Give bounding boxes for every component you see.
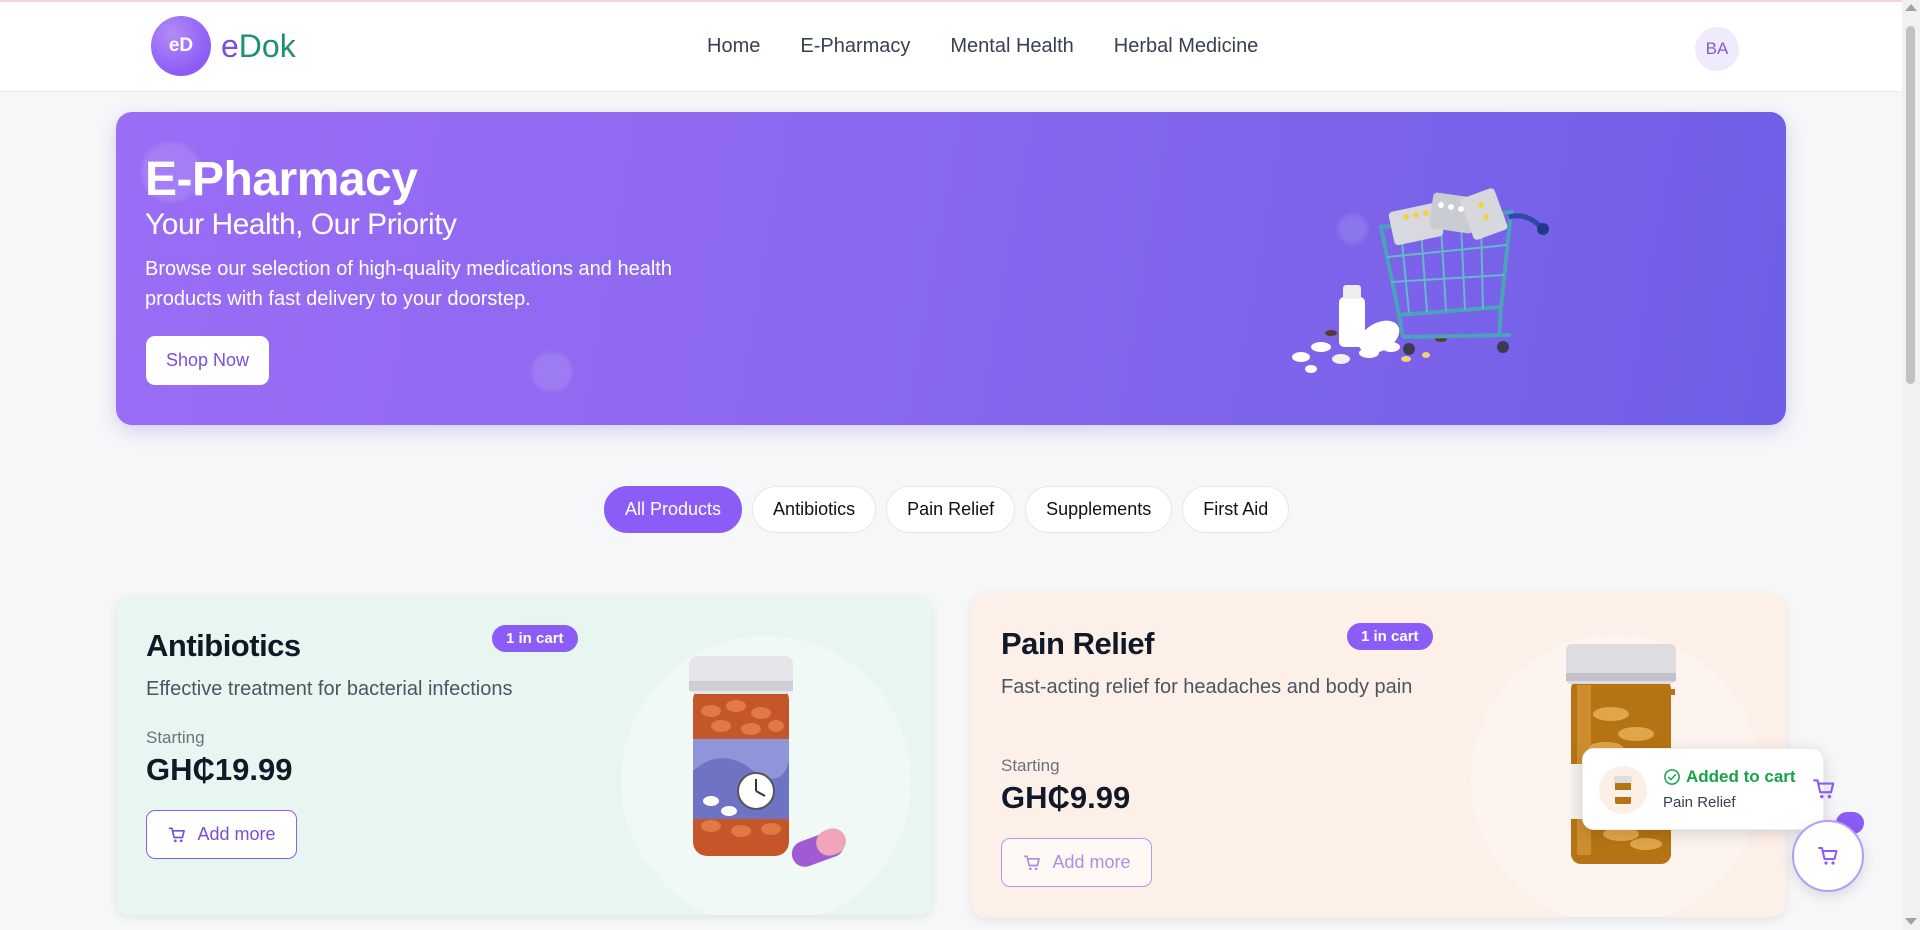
product-description: Fast-acting relief for headaches and bod… bbox=[1001, 676, 1413, 698]
in-cart-badge: 1 in cart bbox=[1347, 623, 1433, 650]
added-to-cart-toast: Added to cart Pain Relief bbox=[1582, 748, 1835, 830]
site-header: eD eDok Home E-Pharmacy Mental Health He… bbox=[0, 2, 1902, 92]
toast-title: Added to cart bbox=[1663, 767, 1796, 787]
product-description: Effective treatment for bacterial infect… bbox=[146, 678, 513, 700]
hero-subtitle: Your Health, Our Priority bbox=[145, 208, 457, 241]
hero-banner: E-Pharmacy Your Health, Our Priority Bro… bbox=[116, 112, 1786, 425]
scroll-up-arrow[interactable] bbox=[1905, 4, 1917, 11]
add-more-button[interactable]: Add more bbox=[1001, 838, 1152, 887]
check-circle-icon bbox=[1664, 769, 1680, 785]
shop-now-button[interactable]: Shop Now bbox=[146, 336, 269, 385]
filter-supplements[interactable]: Supplements bbox=[1025, 486, 1173, 533]
add-more-button[interactable]: Add more bbox=[146, 810, 297, 859]
logo-text: eDok bbox=[221, 27, 296, 64]
product-title: Pain Relief bbox=[1001, 626, 1155, 661]
product-title: Antibiotics bbox=[146, 628, 301, 663]
nav-mental-health[interactable]: Mental Health bbox=[950, 35, 1073, 58]
floating-cart-button[interactable] bbox=[1792, 820, 1864, 892]
pill-bottle-image bbox=[689, 656, 846, 867]
toast-product-thumb bbox=[1599, 766, 1647, 814]
cart-icon bbox=[169, 827, 186, 842]
decor-bubble bbox=[532, 352, 572, 392]
category-filters: All Products Antibiotics Pain Relief Sup… bbox=[604, 486, 1290, 533]
starting-label: Starting bbox=[146, 728, 205, 747]
cart-icon bbox=[1818, 847, 1838, 865]
product-price: GH₵19.99 bbox=[146, 752, 293, 787]
toast-item-name: Pain Relief bbox=[1663, 794, 1736, 811]
pharmacy-cart-illustration bbox=[1292, 188, 1549, 373]
pill-bottle-icon bbox=[1614, 776, 1632, 804]
starting-label: Starting bbox=[1001, 756, 1060, 775]
filter-pain-relief[interactable]: Pain Relief bbox=[886, 486, 1016, 533]
scrollbar-thumb[interactable] bbox=[1906, 26, 1915, 384]
filter-first-aid[interactable]: First Aid bbox=[1182, 486, 1290, 533]
filter-all-products[interactable]: All Products bbox=[604, 486, 743, 533]
in-cart-badge: 1 in cart bbox=[492, 625, 578, 652]
nav-home[interactable]: Home bbox=[707, 35, 760, 58]
product-card-antibiotics[interactable]: Antibiotics 1 in cart Effective treatmen… bbox=[116, 596, 932, 915]
add-more-label: Add more bbox=[1052, 852, 1131, 872]
user-avatar[interactable]: BA bbox=[1695, 27, 1739, 71]
add-more-label: Add more bbox=[197, 824, 276, 844]
nav-herbal-medicine[interactable]: Herbal Medicine bbox=[1114, 35, 1259, 58]
nav-e-pharmacy[interactable]: E-Pharmacy bbox=[800, 35, 910, 58]
cart-icon bbox=[1024, 855, 1041, 870]
cart-icon[interactable] bbox=[1811, 776, 1837, 802]
scroll-down-arrow[interactable] bbox=[1905, 918, 1917, 925]
hero-description: Browse our selection of high-quality med… bbox=[145, 258, 672, 310]
main-nav: Home E-Pharmacy Mental Health Herbal Med… bbox=[707, 35, 1258, 58]
filter-antibiotics[interactable]: Antibiotics bbox=[752, 486, 877, 533]
logo[interactable]: eD eDok bbox=[151, 16, 296, 76]
logo-badge: eD bbox=[151, 16, 211, 76]
hero-title: E-Pharmacy bbox=[145, 153, 418, 206]
product-price: GH₵9.99 bbox=[1001, 780, 1131, 815]
